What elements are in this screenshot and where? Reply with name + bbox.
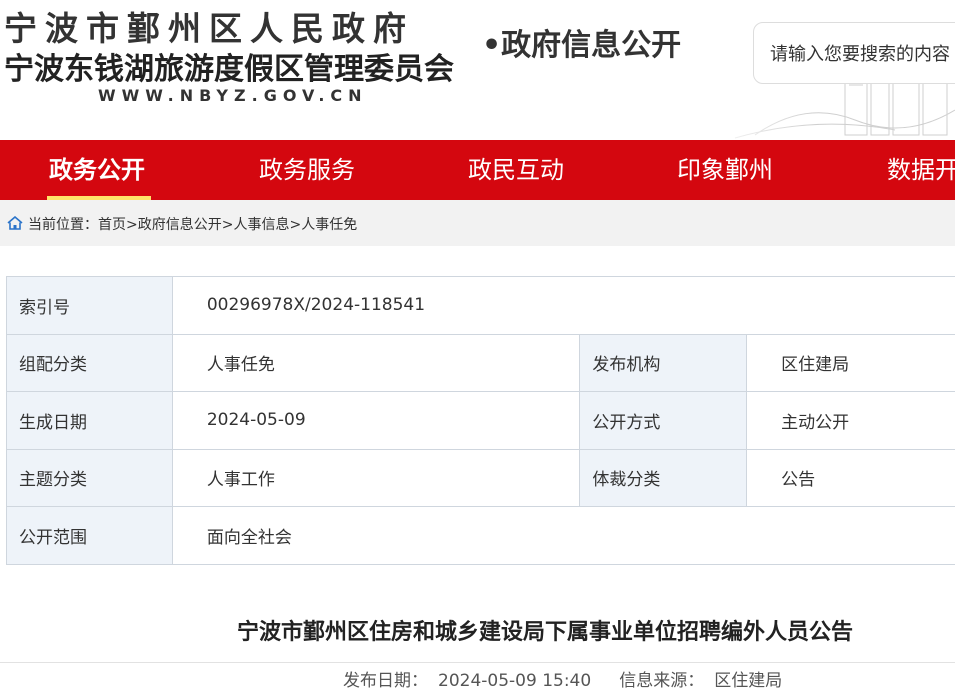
table-row: 生成日期 2024-05-09 公开方式 主动公开: [6, 391, 955, 450]
table-row: 组配分类 人事任免 发布机构 区住建局: [6, 333, 955, 392]
date-label: 生成日期: [6, 391, 173, 450]
category-label: 组配分类: [6, 333, 173, 392]
scope-label: 公开范围: [6, 506, 173, 565]
date-value: 2024-05-09: [171, 391, 581, 450]
nav-item-impression[interactable]: 印象鄞州: [677, 140, 773, 200]
main-nav: 政务公开 政务服务 政民互动 印象鄞州 数据开放: [0, 140, 955, 200]
breadcrumb-link-personnel[interactable]: 人事信息: [233, 217, 289, 233]
genre-value: 公告: [746, 448, 955, 507]
title-divider: [0, 662, 955, 663]
nav-item-gov-affairs-open[interactable]: 政务公开: [49, 140, 145, 200]
breadcrumb-link-home[interactable]: 首页: [98, 217, 126, 233]
site-name-primary: 宁波市鄞州区人民政府: [4, 9, 414, 48]
breadcrumb-link-gov-info[interactable]: 政府信息公开: [138, 217, 222, 233]
index-label: 索引号: [6, 276, 173, 335]
search-box[interactable]: [753, 22, 955, 84]
article-title: 宁波市鄞州区住房和城乡建设局下属事业单位招聘编外人员公告: [237, 620, 854, 645]
breadcrumb-link-appointment[interactable]: 人事任免: [301, 217, 357, 233]
nav-item-open-data[interactable]: 数据开放: [887, 140, 955, 200]
site-header: 宁波市鄞州区人民政府 宁波东钱湖旅游度假区管理委员会 WWW.NBYZ.GOV.…: [0, 0, 955, 140]
info-metadata-table: 索引号 00296978X/2024-118541 组配分类 人事任免 发布机构…: [6, 276, 955, 565]
source-label: 信息来源：: [619, 671, 705, 691]
source-value: 区住建局: [714, 671, 783, 691]
search-input[interactable]: [770, 39, 955, 69]
table-row: 索引号 00296978X/2024-118541: [6, 276, 955, 335]
site-url: WWW.NBYZ.GOV.CN: [98, 86, 368, 105]
home-icon: [7, 216, 23, 230]
site-name-secondary: 宁波东钱湖旅游度假区管理委员会: [4, 52, 454, 87]
index-value: 00296978X/2024-118541: [171, 276, 955, 335]
section-title: •政府信息公开: [482, 28, 682, 63]
table-row: 公开范围 面向全社会: [6, 506, 955, 565]
article-meta: 发布日期： 2024-05-09 15:40 信息来源： 区住建局: [343, 666, 782, 691]
topic-label: 主题分类: [6, 448, 173, 507]
breadcrumb: 当前位置：首页>政府信息公开>人事信息>人事任免: [0, 200, 955, 246]
scope-value: 面向全社会: [171, 506, 955, 565]
category-value: 人事任免: [171, 333, 581, 392]
publisher-value: 区住建局: [746, 333, 955, 392]
publish-date-label: 发布日期：: [343, 671, 428, 691]
breadcrumb-separator: >: [221, 217, 234, 233]
topic-value: 人事工作: [171, 448, 581, 507]
breadcrumb-separator: >: [126, 217, 138, 233]
breadcrumb-prefix: 当前位置：: [28, 217, 98, 233]
breadcrumb-separator: >: [289, 217, 302, 233]
nav-item-interaction[interactable]: 政民互动: [468, 140, 564, 200]
open-mode-label: 公开方式: [579, 391, 748, 450]
open-mode-value: 主动公开: [746, 391, 955, 450]
publish-date-value: 2024-05-09 15:40: [438, 671, 592, 691]
genre-label: 体裁分类: [579, 448, 748, 507]
nav-item-gov-services[interactable]: 政务服务: [259, 140, 355, 200]
publisher-label: 发布机构: [579, 333, 748, 392]
breadcrumb-text: 当前位置：首页>政府信息公开>人事信息>人事任免: [28, 214, 357, 234]
table-row: 主题分类 人事工作 体裁分类 公告: [6, 448, 955, 507]
